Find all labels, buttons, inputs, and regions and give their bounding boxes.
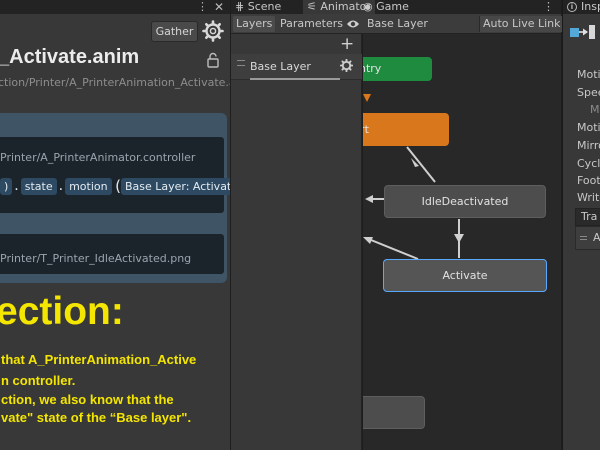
gear-icon[interactable] (202, 20, 224, 42)
field-speed: Spee (577, 86, 600, 99)
reference-chain: ).state.motion (Base Layer: Activate) (0, 177, 230, 197)
transition-icon (570, 25, 595, 39)
more-options-icon[interactable]: ⋮ (197, 0, 208, 14)
chip-layer-state: Base Layer: Activate (120, 177, 230, 195)
animator-window: ⋕ Scene ⚟ Animator ◉ Game ⋮ Layers Param… (231, 0, 564, 450)
breadcrumb-base-layer[interactable]: Base Layer (364, 16, 431, 32)
conclusion-line: n controller. (1, 373, 76, 388)
transition-arrow (406, 146, 436, 183)
conclusion-heading: ection: (0, 290, 124, 333)
animator-icon: ⚟ (307, 0, 321, 13)
conclusion-line: ction, we also know that the (1, 392, 174, 407)
field-motion-time: Motio (577, 121, 600, 134)
game-icon: ◉ (363, 0, 377, 13)
layer-item-base-layer[interactable]: Base Layer (231, 54, 362, 80)
reference-info-panel: Printer/A_PrinterAnimator.controller ). s… (0, 113, 230, 283)
field-cycle-offset: Cycle (577, 157, 600, 170)
state-idle-deactivated[interactable]: IdleDeactivated (384, 185, 546, 218)
editor-tab-bar: ⋕ Scene ⚟ Animator ◉ Game ⋮ (231, 0, 561, 14)
field-multiplier: M (590, 103, 600, 116)
layer-weight-bar (250, 78, 340, 80)
info-icon: i (567, 2, 577, 12)
inspector-asset-panel: ⋮ ✕ Gather _Activate.anim ction/Printer/… (0, 0, 230, 450)
default-state-arrow (363, 94, 371, 102)
field-mirror: Mirro (577, 139, 600, 152)
chip-state: state (20, 177, 57, 195)
layer-name: Base Layer (250, 60, 311, 73)
chip-motion: motion (65, 177, 112, 195)
gather-button[interactable]: Gather (151, 21, 198, 42)
inspector-tab-bar: i Insp (563, 0, 600, 14)
controller-path: Printer/A_PrinterAnimator.controller (0, 151, 196, 164)
field-motion: Motio (577, 68, 600, 81)
asset-path: ction/Printer/A_PrinterAnimation_Activat… (0, 76, 230, 89)
layers-panel: + Base Layer (231, 34, 362, 450)
transition-arrow (365, 237, 419, 260)
field-write-defaults: Write (577, 191, 600, 204)
controller-reference-box: Printer/A_PrinterAnimator.controller ). s… (0, 137, 230, 213)
field-foot-ik: Foot (577, 174, 600, 187)
tab-scene[interactable]: ⋕ Scene (235, 0, 281, 14)
drag-handle-icon[interactable] (237, 60, 245, 66)
tab-layers[interactable]: Layers (233, 16, 276, 32)
inspector-panel: i Insp Motio Spee M Motio Mirro Cycle Fo… (562, 0, 600, 450)
dot-separator: . (58, 178, 64, 194)
arrowhead (363, 237, 373, 244)
add-layer-button[interactable]: + (340, 34, 354, 54)
state-node[interactable] (363, 396, 425, 429)
conclusion-line: vate" state of the “Base layer". (1, 410, 192, 425)
chip-truncated: ) (0, 177, 13, 195)
more-options-icon[interactable]: ⋮ (543, 0, 554, 14)
gear-icon[interactable] (340, 59, 353, 72)
state-entry[interactable]: ntry (363, 57, 432, 81)
transitions-header: Tra (575, 208, 600, 226)
transition-item-label: A (593, 231, 600, 244)
lock-icon[interactable] (205, 52, 221, 68)
tab-parameters[interactable]: Parameters (277, 16, 346, 32)
transition-list-item[interactable]: A (575, 226, 600, 250)
state-machine-graph[interactable]: ntry tart IdleDeactivated Activate (363, 34, 561, 450)
state-start[interactable]: tart (363, 113, 449, 146)
conclusion-line: that A_PrinterAnimation_Active (1, 352, 197, 367)
tab-inspector[interactable]: Insp (581, 0, 600, 14)
texture-path: Printer/T_Printer_IdleActivated.png (0, 252, 192, 265)
auto-live-link-button[interactable]: Auto Live Link (479, 16, 564, 32)
scene-icon: ⋕ (235, 0, 248, 13)
arrowhead (365, 195, 373, 203)
dot-separator: . (14, 178, 19, 194)
asset-title: _Activate.anim (0, 46, 140, 68)
transition-arrows (363, 146, 464, 260)
left-tab-bar: ⋮ ✕ (0, 0, 230, 14)
tab-game[interactable]: ◉ Game (363, 0, 409, 14)
state-activate[interactable]: Activate (383, 259, 547, 292)
close-icon[interactable]: ✕ (214, 0, 224, 14)
eye-icon[interactable] (346, 18, 360, 30)
drag-handle-icon[interactable] (580, 236, 587, 240)
arrowhead (454, 234, 464, 243)
animator-toolbar: Layers Parameters Base Layer Auto Live L… (231, 14, 564, 34)
